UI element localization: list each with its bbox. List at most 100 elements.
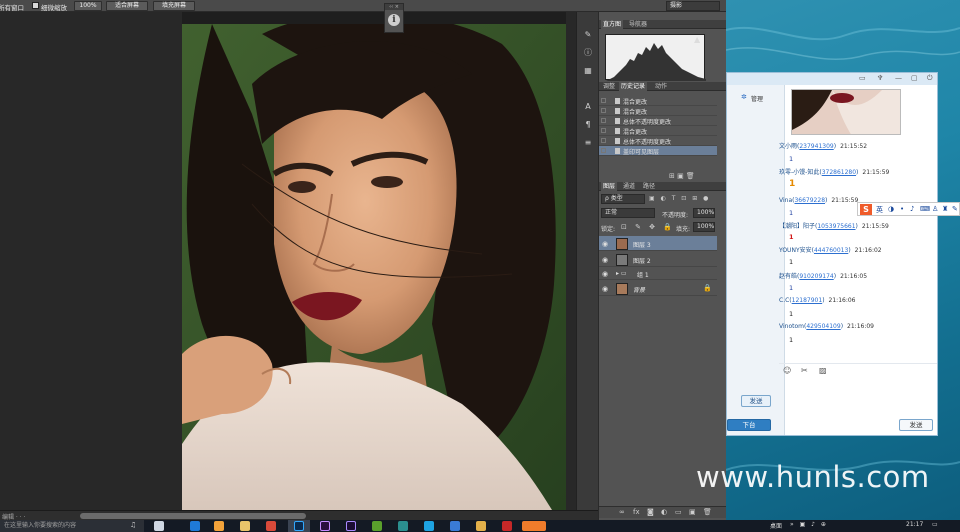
group-folder-icon[interactable]: ▭ <box>675 508 682 516</box>
app5-icon[interactable] <box>450 521 460 531</box>
ime-lang-label[interactable]: 英 <box>876 205 883 215</box>
history-item-selected[interactable]: 盖印可见图层 <box>599 146 717 156</box>
clock[interactable]: 21:17 <box>906 521 923 528</box>
taskbar-search-box[interactable]: 在这里输入你要搜索的内容 <box>0 520 144 532</box>
paragraph-icon[interactable]: ¶ <box>583 120 593 130</box>
skin-icon[interactable]: ♆ <box>877 74 883 82</box>
manage-label[interactable]: 管理 <box>751 94 763 103</box>
info-panel-icon[interactable]: ⓘ <box>583 48 593 58</box>
qq-number-link[interactable]: 444760013 <box>814 247 848 254</box>
image-icon[interactable]: ▨ <box>819 366 827 375</box>
history-item[interactable]: 混合更改 <box>599 126 717 136</box>
premiere-icon[interactable] <box>320 521 330 531</box>
history-footer-icons[interactable]: ⊞ ▣ 🗑 <box>669 172 695 180</box>
qq-number-link[interactable]: 12187901 <box>792 297 823 304</box>
moon-icon[interactable]: ◑ <box>888 205 894 213</box>
scrubby-zoom-checkbox[interactable] <box>32 2 39 9</box>
fill-screen-button[interactable]: 填充屏幕 <box>153 1 195 11</box>
tab-channels[interactable]: 通道 <box>621 182 637 191</box>
horizontal-scrollbar[interactable] <box>80 513 306 519</box>
photoshop-icon[interactable] <box>294 521 304 531</box>
properties-icon[interactable]: ≡ <box>583 138 593 148</box>
cache-warning-icon[interactable]: ▲ <box>694 35 700 44</box>
app6-icon[interactable] <box>502 521 512 531</box>
app3-icon[interactable] <box>398 521 408 531</box>
collapse-arrows-icon[interactable]: ‹‹ × <box>385 4 403 10</box>
mini-icon[interactable]: ▭ <box>859 74 866 82</box>
visibility-eye-icon[interactable]: ◉ <box>602 285 608 293</box>
visibility-eye-icon[interactable]: ◉ <box>602 240 608 248</box>
punctuation-icon[interactable]: • <box>900 205 904 213</box>
tab-actions[interactable]: 动作 <box>653 82 669 91</box>
app7-icon[interactable] <box>522 521 546 531</box>
opacity-input[interactable]: 100% <box>693 208 715 218</box>
tab-adjustments[interactable]: 调整 <box>601 82 617 91</box>
left-send-button[interactable]: 发送 <box>741 395 771 407</box>
visibility-eye-icon[interactable]: ◉ <box>602 256 608 264</box>
history-item[interactable]: 总体不透明度更改 <box>599 116 717 126</box>
illustrator-icon[interactable] <box>346 521 356 531</box>
info-icon[interactable]: i <box>388 14 400 26</box>
tab-layers[interactable]: 图层 <box>601 182 618 191</box>
adjustment-icon[interactable]: ◐ <box>661 508 667 516</box>
minimize-icon[interactable]: — <box>895 74 902 82</box>
keyboard-icon[interactable]: ⌨ <box>920 205 930 213</box>
edge-icon[interactable] <box>190 521 200 531</box>
workspace-select[interactable]: 摄影 <box>666 1 720 11</box>
tab-histogram[interactable]: 直方图 <box>601 20 624 29</box>
history-item[interactable]: 总体不透明度更改 <box>599 136 717 146</box>
download-button[interactable]: 下台 <box>727 419 771 431</box>
layer-row[interactable]: ◉ 背景 🔒 <box>599 281 717 296</box>
tab-history[interactable]: 历史记录 <box>619 82 648 91</box>
qq-number-link[interactable]: 372861280 <box>822 169 856 176</box>
layer-filter-icons[interactable]: ▣ ◐ T ⊡ ⊞ ● <box>649 195 710 202</box>
brush-preset-icon[interactable]: ▦ <box>583 66 593 76</box>
microphone-icon[interactable]: ♫ <box>130 521 136 529</box>
qq-number-link[interactable]: 910209174 <box>799 273 833 280</box>
scissors-icon[interactable]: ✂ <box>801 366 808 375</box>
trash-icon[interactable]: 🗑 <box>703 508 712 516</box>
voice-icon[interactable]: ♪ <box>910 205 914 213</box>
qq-number-link[interactable]: 1053975661 <box>817 223 855 230</box>
folder-icon[interactable] <box>476 521 486 531</box>
lock-icons[interactable]: ⊡ ✎ ✥ 🔒 <box>621 223 675 231</box>
send-button[interactable]: 发送 <box>899 419 933 431</box>
manage-icon[interactable]: ✲ <box>741 93 747 101</box>
app2-icon[interactable] <box>372 521 382 531</box>
qq-number-link[interactable]: 429504109 <box>806 323 840 330</box>
app4-icon[interactable] <box>424 521 434 531</box>
task-view-icon[interactable] <box>154 521 164 531</box>
emoji-icon[interactable]: ☺ <box>783 366 791 375</box>
visibility-eye-icon[interactable]: ◉ <box>602 270 608 278</box>
portrait-photo[interactable] <box>182 24 566 510</box>
wrench-icon[interactable]: ✎ <box>952 205 958 213</box>
tab-navigator[interactable]: 导航器 <box>627 20 649 29</box>
chrome-icon[interactable] <box>266 521 276 531</box>
layer-kind-filter[interactable]: ρ 类型 <box>601 194 645 204</box>
files-icon[interactable] <box>240 521 250 531</box>
layer-row-selected[interactable]: ◉ 图层 3 <box>599 236 717 251</box>
blend-mode-select[interactable]: 正常 <box>601 208 655 218</box>
history-item[interactable]: 混合更改 <box>599 96 717 106</box>
link-icon[interactable]: ∞ <box>619 508 625 516</box>
history-brush-icon[interactable]: ✎ <box>583 30 593 40</box>
ime-toolbar[interactable]: S 英 ◑ • ♪ ⌨ ♙ ♜ ✎ <box>857 202 960 216</box>
person-icon[interactable]: ♙ <box>932 205 938 213</box>
fit-screen-button[interactable]: 适合屏幕 <box>106 1 148 11</box>
maximize-icon[interactable]: ▢ <box>911 74 918 82</box>
layer-group-row[interactable]: ◉ ▸ ▭ 组 1 <box>599 268 717 280</box>
fx-icon[interactable]: fx <box>633 508 640 516</box>
tab-paths[interactable]: 路径 <box>641 182 657 191</box>
floating-info-panel[interactable]: ‹‹ × i <box>384 3 404 33</box>
new-layer-icon[interactable]: ▣ <box>689 508 696 516</box>
qq-number-link[interactable]: 237941309 <box>799 143 833 150</box>
character-icon[interactable]: A <box>583 102 593 112</box>
tray-icons[interactable]: » ▣ ♪ ⊕ <box>790 521 828 528</box>
fill-input[interactable]: 100% <box>693 222 715 232</box>
notification-icon[interactable]: ▭ <box>932 521 938 528</box>
all-windows-label[interactable]: 所有窗口 <box>0 2 24 12</box>
mask-icon[interactable]: ◙ <box>647 508 654 516</box>
power-icon[interactable]: ⏻ <box>927 74 933 83</box>
shirt-icon[interactable]: ♜ <box>942 205 948 213</box>
layer-row[interactable]: ◉ 图层 2 <box>599 252 717 267</box>
